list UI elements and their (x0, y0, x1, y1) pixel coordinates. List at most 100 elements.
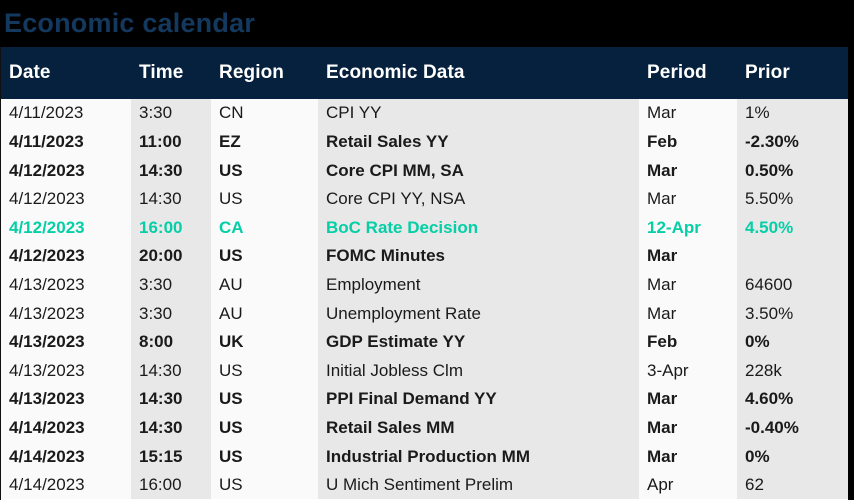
cell-date: 4/13/2023 (1, 299, 131, 328)
cell-prior: 5.50% (737, 184, 848, 214)
table-row[interactable]: 4/13/2023 8:00 UK GDP Estimate YY Feb 0% (1, 327, 848, 357)
cell-prior: 62 (737, 470, 848, 500)
cell-date: 4/12/2023 (1, 184, 131, 214)
cell-date: 4/13/2023 (1, 327, 131, 357)
table-row[interactable]: 4/13/2023 14:30 US Initial Jobless Clm 3-Apr… (1, 356, 848, 385)
cell-time: 15:15 (131, 442, 211, 471)
cell-period: Feb (639, 327, 737, 357)
cell-period: Mar (639, 241, 737, 271)
column-header-region[interactable]: Region (211, 47, 318, 99)
cell-date: 4/11/2023 (1, 99, 131, 128)
economic-calendar-table: Date Time Region Economic Data Period Prior 4… (1, 47, 848, 500)
cell-prior: 4.50% (737, 213, 848, 242)
table-row[interactable]: 4/13/2023 14:30 US PPI Final Demand YY Mar 4.… (1, 384, 848, 414)
cell-data: PPI Final Demand YY (318, 384, 639, 414)
cell-region: US (211, 156, 318, 185)
cell-prior: 3.50% (737, 299, 848, 328)
column-header-prior[interactable]: Prior (737, 47, 848, 99)
cell-data: Industrial Production MM (318, 442, 639, 471)
table-row[interactable]: 4/11/2023 3:30 CN CPI YY Mar 1% (1, 99, 848, 128)
table-row[interactable]: 4/12/2023 20:00 US FOMC Minutes Mar (1, 241, 848, 271)
cell-prior: 1% (737, 99, 848, 128)
column-header-time[interactable]: Time (131, 47, 211, 99)
cell-data: Retail Sales MM (318, 413, 639, 443)
cell-period: Mar (639, 413, 737, 443)
cell-time: 3:30 (131, 270, 211, 300)
cell-date: 4/12/2023 (1, 213, 131, 242)
cell-region: UK (211, 327, 318, 357)
table-row[interactable]: 4/14/2023 14:30 US Retail Sales MM Mar -0.40% (1, 413, 848, 443)
column-header-date[interactable]: Date (1, 47, 131, 99)
economic-calendar-app: Economic calendar Date Time Region Economic… (0, 0, 854, 500)
cell-period: 3-Apr (639, 356, 737, 385)
cell-time: 20:00 (131, 241, 211, 271)
table-row[interactable]: 4/12/2023 14:30 US Core CPI MM, SA Mar 0.50% (1, 156, 848, 185)
cell-period: Feb (639, 127, 737, 157)
cell-data: CPI YY (318, 99, 639, 128)
cell-time: 16:00 (131, 470, 211, 500)
cell-region: US (211, 470, 318, 500)
cell-prior (737, 241, 848, 271)
cell-data: GDP Estimate YY (318, 327, 639, 357)
cell-time: 14:30 (131, 156, 211, 185)
cell-data: Unemployment Rate (318, 299, 639, 328)
cell-region: US (211, 241, 318, 271)
table-row[interactable]: 4/11/2023 11:00 EZ Retail Sales YY Feb -2.30% (1, 127, 848, 157)
cell-region: US (211, 413, 318, 443)
cell-prior: 0% (737, 442, 848, 471)
header-row: Date Time Region Economic Data Period Prior (1, 47, 848, 99)
cell-period: Mar (639, 270, 737, 300)
cell-data: FOMC Minutes (318, 241, 639, 271)
cell-prior: 0.50% (737, 156, 848, 185)
cell-time: 3:30 (131, 299, 211, 328)
cell-region: EZ (211, 127, 318, 157)
cell-data: Core CPI YY, NSA (318, 184, 639, 214)
page-title: Economic calendar (4, 8, 255, 38)
cell-region: AU (211, 299, 318, 328)
cell-date: 4/12/2023 (1, 156, 131, 185)
cell-data: Retail Sales YY (318, 127, 639, 157)
cell-date: 4/14/2023 (1, 442, 131, 471)
cell-date: 4/14/2023 (1, 413, 131, 443)
column-header-period[interactable]: Period (639, 47, 737, 99)
cell-region: US (211, 384, 318, 414)
table-row[interactable]: 4/14/2023 15:15 US Industrial Production MM… (1, 442, 848, 471)
table-row[interactable]: 4/12/2023 14:30 US Core CPI YY, NSA Mar 5.50% (1, 184, 848, 214)
cell-prior: 228k (737, 356, 848, 385)
cell-prior: -2.30% (737, 127, 848, 157)
cell-prior: -0.40% (737, 413, 848, 443)
cell-time: 8:00 (131, 327, 211, 357)
cell-time: 3:30 (131, 99, 211, 128)
cell-data: Initial Jobless Clm (318, 356, 639, 385)
cell-date: 4/13/2023 (1, 356, 131, 385)
cell-period: Apr (639, 470, 737, 500)
table-row[interactable]: 4/12/2023 16:00 CA BoC Rate Decision 12-Apr 4… (1, 213, 848, 242)
title-bar: Economic calendar (0, 0, 854, 47)
cell-date: 4/14/2023 (1, 470, 131, 500)
cell-time: 11:00 (131, 127, 211, 157)
cell-date: 4/11/2023 (1, 127, 131, 157)
table-row[interactable]: 4/14/2023 16:00 US U Mich Sentiment Prelim A… (1, 470, 848, 500)
cell-prior: 0% (737, 327, 848, 357)
cell-period: Mar (639, 299, 737, 328)
cell-period: Mar (639, 99, 737, 128)
calendar-table-container: Date Time Region Economic Data Period Prior 4… (0, 47, 851, 500)
table-header: Date Time Region Economic Data Period Prior (1, 47, 848, 99)
column-header-data[interactable]: Economic Data (318, 47, 639, 99)
cell-data: Employment (318, 270, 639, 300)
cell-region: CA (211, 213, 318, 242)
table-row[interactable]: 4/13/2023 3:30 AU Employment Mar 64600 (1, 270, 848, 300)
cell-period: Mar (639, 156, 737, 185)
cell-time: 14:30 (131, 356, 211, 385)
cell-data: Core CPI MM, SA (318, 156, 639, 185)
cell-date: 4/13/2023 (1, 270, 131, 300)
cell-region: CN (211, 99, 318, 128)
table-row[interactable]: 4/13/2023 3:30 AU Unemployment Rate Mar 3.50% (1, 299, 848, 328)
cell-time: 14:30 (131, 184, 211, 214)
cell-time: 16:00 (131, 213, 211, 242)
cell-data: U Mich Sentiment Prelim (318, 470, 639, 500)
cell-prior: 64600 (737, 270, 848, 300)
cell-data: BoC Rate Decision (318, 213, 639, 242)
cell-date: 4/12/2023 (1, 241, 131, 271)
cell-time: 14:30 (131, 413, 211, 443)
